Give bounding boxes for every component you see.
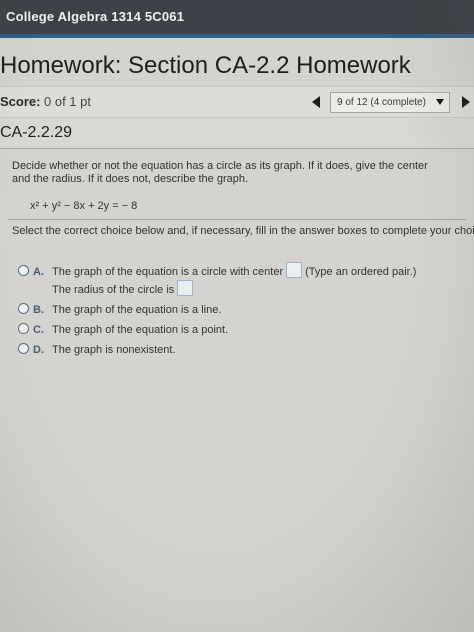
score-navigation-bar: Score: 0 of 1 pt 9 of 12 (4 complete)	[0, 86, 474, 118]
radius-label: The radius of the circle is	[52, 284, 175, 296]
center-answer-input[interactable]	[286, 262, 303, 278]
question-prompt: Decide whether or not the equation has a…	[12, 160, 452, 186]
question-id: CA-2.2.29	[0, 124, 73, 141]
score-label: Score:	[0, 94, 41, 109]
header-divider	[0, 34, 474, 38]
choice-a-hint: (Type an ordered pair.)	[305, 266, 417, 278]
course-title: College Algebra 1314 5C061	[6, 9, 185, 24]
radius-line: The radius of the circle is	[52, 280, 196, 296]
equation: x² + y² − 8x + 2y = − 8	[30, 200, 138, 212]
radius-answer-input[interactable]	[177, 280, 194, 296]
choice-c[interactable]: C. The graph of the equation is a point.	[18, 323, 228, 336]
choice-b-text: The graph of the equation is a line.	[52, 304, 222, 316]
course-header-bar: College Algebra 1314 5C061	[0, 0, 474, 34]
question-progress-text: 9 of 12 (4 complete)	[337, 97, 426, 108]
question-id-bar: CA-2.2.29	[0, 118, 474, 149]
choice-a[interactable]: A. The graph of the equation is a circle …	[18, 262, 416, 278]
radio-d[interactable]	[18, 343, 29, 354]
choice-b-letter: B.	[33, 304, 44, 316]
choice-c-text: The graph of the equation is a point.	[52, 324, 229, 336]
choice-c-letter: C.	[33, 324, 44, 336]
previous-question-icon[interactable]	[312, 96, 320, 108]
choice-b[interactable]: B. The graph of the equation is a line.	[18, 303, 221, 316]
instruction-text: Select the correct choice below and, if …	[12, 225, 474, 237]
choice-a-letter: A.	[33, 266, 44, 278]
prompt-line-2: and the radius. If it does not, describe…	[12, 173, 249, 185]
next-question-icon[interactable]	[462, 96, 470, 108]
score-value: 0 of 1 pt	[44, 94, 91, 109]
prompt-line-1: Decide whether or not the equation has a…	[12, 160, 428, 172]
chevron-down-icon	[436, 99, 444, 105]
question-progress-dropdown[interactable]: 9 of 12 (4 complete)	[330, 92, 450, 113]
choice-a-text: The graph of the equation is a circle wi…	[52, 266, 284, 278]
radio-a[interactable]	[18, 265, 29, 276]
radio-c[interactable]	[18, 323, 29, 334]
radio-b[interactable]	[18, 303, 29, 314]
choice-d-text: The graph is nonexistent.	[52, 344, 176, 356]
choice-d-letter: D.	[33, 344, 44, 356]
choice-d[interactable]: D. The graph is nonexistent.	[18, 343, 176, 356]
homework-title: Homework: Section CA-2.2 Homework	[0, 52, 411, 79]
section-divider	[8, 219, 466, 220]
